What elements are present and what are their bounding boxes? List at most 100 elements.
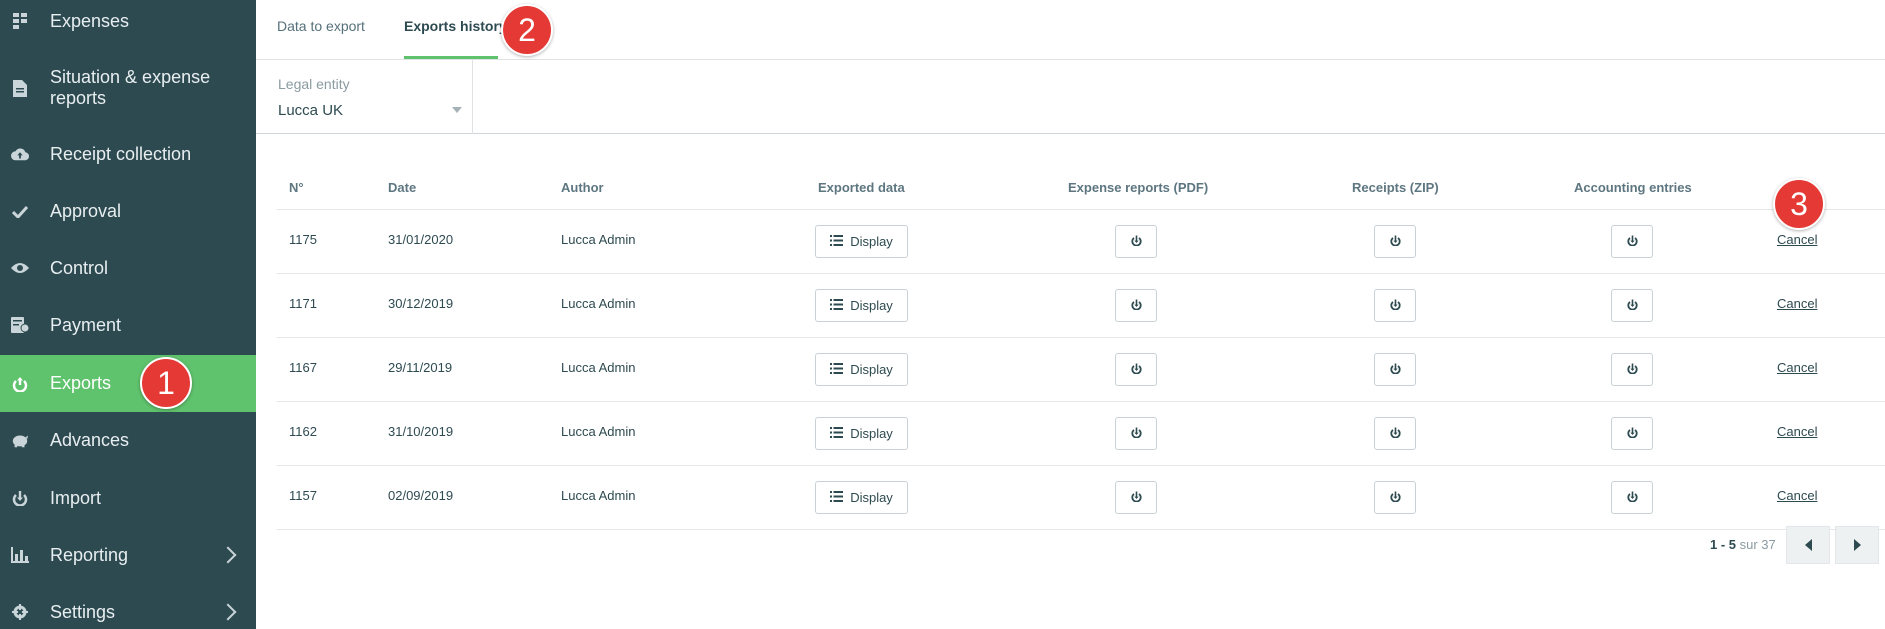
sidebar-item-label: Receipt collection	[50, 143, 192, 164]
sidebar-item-label: Situation & expense reports	[50, 67, 211, 108]
download-expense-reports-button[interactable]	[1115, 225, 1157, 258]
step-badge-2: 2	[501, 4, 553, 56]
export-date: 29/11/2019	[388, 360, 453, 375]
export-author: Lucca Admin	[561, 296, 636, 311]
step-badge-3: 3	[1773, 178, 1825, 230]
import-icon	[11, 489, 29, 507]
legal-entity-label: Legal entity	[278, 76, 350, 92]
column-header-date: Date	[388, 180, 417, 195]
filter-bar: Legal entity Lucca UK	[256, 60, 1885, 134]
download-receipts-button[interactable]	[1374, 225, 1416, 258]
download-expense-reports-button[interactable]	[1115, 481, 1157, 514]
pagination-range: 1 - 5	[1710, 537, 1737, 552]
export-icon	[11, 375, 29, 393]
list-icon	[830, 490, 844, 505]
sidebar-item-import[interactable]: Import	[0, 486, 256, 510]
display-button[interactable]: Display	[815, 353, 908, 386]
piggy-bank-icon	[11, 431, 29, 449]
tab-data-to-export[interactable]: Data to export	[277, 18, 365, 34]
cloud-upload-icon	[11, 145, 29, 163]
active-tab-indicator	[404, 56, 498, 59]
sidebar-item-reporting[interactable]: Reporting	[0, 543, 256, 567]
grid-icon	[11, 12, 29, 30]
sidebar-item-label: Import	[50, 487, 102, 508]
export-author: Lucca Admin	[561, 360, 636, 375]
sidebar-item-control[interactable]: Control	[0, 256, 256, 280]
export-date: 02/09/2019	[388, 488, 454, 503]
download-accounting-entries-button[interactable]	[1611, 417, 1653, 450]
column-header-exported-data: Exported data	[818, 180, 905, 195]
column-header-receipts: Receipts (ZIP)	[1352, 180, 1439, 195]
column-header-author: Author	[561, 180, 604, 195]
download-icon	[1130, 490, 1142, 505]
legal-entity-select[interactable]: Legal entity Lucca UK	[256, 60, 473, 134]
download-accounting-entries-button[interactable]	[1611, 481, 1653, 514]
display-button[interactable]: Display	[815, 225, 908, 258]
pagination-total: sur 37	[1739, 537, 1776, 552]
sidebar-item-settings[interactable]: Settings	[0, 600, 256, 624]
chevron-right-icon	[219, 603, 237, 621]
download-icon	[1130, 362, 1142, 377]
download-expense-reports-button[interactable]	[1115, 289, 1157, 322]
export-date: 30/12/2019	[388, 296, 454, 311]
download-icon	[1130, 426, 1142, 441]
display-button-label: Display	[850, 426, 893, 441]
next-page-button[interactable]	[1835, 526, 1879, 564]
list-icon	[830, 362, 844, 377]
download-icon	[1389, 234, 1401, 249]
download-receipts-button[interactable]	[1374, 481, 1416, 514]
export-author: Lucca Admin	[561, 232, 636, 247]
display-button-label: Display	[850, 234, 893, 249]
cancel-export-link[interactable]: Cancel	[1777, 360, 1817, 375]
export-date: 31/01/2020	[388, 232, 454, 247]
sidebar-item-expenses[interactable]: Expenses	[0, 9, 256, 33]
download-receipts-button[interactable]	[1374, 353, 1416, 386]
sidebar-item-situation-reports[interactable]: Situation & expense reports	[0, 67, 256, 109]
sidebar-item-receipt-collection[interactable]: Receipt collection	[0, 142, 256, 166]
sidebar-item-advances[interactable]: Advances	[0, 428, 256, 452]
sidebar-item-label: Expenses	[50, 10, 130, 31]
download-accounting-entries-button[interactable]	[1611, 353, 1653, 386]
table-row: 1162 31/10/2019 Lucca Admin Display Canc…	[277, 402, 1885, 466]
download-receipts-button[interactable]	[1374, 289, 1416, 322]
bar-chart-icon	[11, 546, 29, 564]
sidebar-item-payment[interactable]: Payment	[0, 313, 256, 337]
sidebar-item-approval[interactable]: Approval	[0, 199, 256, 223]
display-button-label: Display	[850, 362, 893, 377]
tab-exports-history[interactable]: Exports history	[404, 18, 507, 34]
sidebar-item-label: Approval	[50, 200, 122, 221]
eye-icon	[11, 259, 29, 277]
display-button[interactable]: Display	[815, 417, 908, 450]
download-accounting-entries-button[interactable]	[1611, 225, 1653, 258]
sidebar-item-label: Advances	[50, 429, 130, 450]
download-icon	[1389, 490, 1401, 505]
cancel-export-link[interactable]: Cancel	[1777, 424, 1817, 439]
download-icon	[1626, 362, 1638, 377]
list-icon	[830, 426, 844, 441]
export-author: Lucca Admin	[561, 424, 636, 439]
table-row: 1171 30/12/2019 Lucca Admin Display Canc…	[277, 274, 1885, 338]
check-icon	[11, 202, 29, 220]
gear-icon	[11, 603, 29, 621]
cancel-export-link[interactable]: Cancel	[1777, 232, 1817, 247]
download-expense-reports-button[interactable]	[1115, 353, 1157, 386]
sidebar-item-exports[interactable]: Exports	[0, 355, 256, 412]
download-accounting-entries-button[interactable]	[1611, 289, 1653, 322]
sidebar-item-label: Exports	[50, 373, 112, 393]
table-row: 1175 31/01/2020 Lucca Admin Display Canc…	[277, 210, 1885, 274]
cancel-export-link[interactable]: Cancel	[1777, 488, 1817, 503]
column-header-expense-reports: Expense reports (PDF)	[1068, 180, 1209, 195]
download-receipts-button[interactable]	[1374, 417, 1416, 450]
cancel-export-link[interactable]: Cancel	[1777, 296, 1817, 311]
download-icon	[1389, 298, 1401, 313]
download-icon	[1130, 234, 1142, 249]
caret-down-icon	[452, 107, 462, 113]
display-button[interactable]: Display	[815, 289, 908, 322]
download-expense-reports-button[interactable]	[1115, 417, 1157, 450]
list-icon	[830, 234, 844, 249]
chevron-right-icon	[219, 546, 237, 564]
previous-page-button[interactable]	[1786, 526, 1830, 564]
table-row: 1167 29/11/2019 Lucca Admin Display Canc…	[277, 338, 1885, 402]
display-button-label: Display	[850, 298, 893, 313]
display-button[interactable]: Display	[815, 481, 908, 514]
